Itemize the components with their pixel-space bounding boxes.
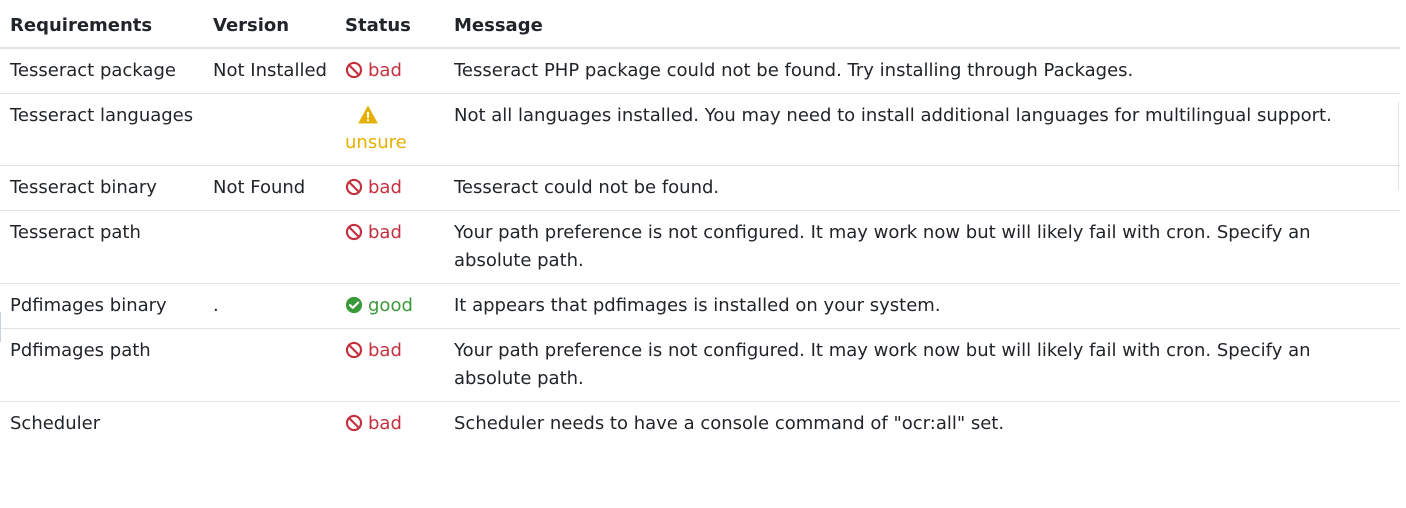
status-label: bad	[368, 60, 402, 81]
requirement-version: Not Found	[203, 165, 335, 211]
ban-icon	[345, 223, 363, 241]
requirement-version	[203, 328, 335, 402]
requirement-status: bad	[335, 328, 444, 402]
status-badge: bad	[345, 219, 402, 247]
requirement-message: It appears that pdfimages is installed o…	[444, 283, 1400, 329]
requirement-version: Not Installed	[203, 47, 335, 94]
header-version: Version	[203, 0, 335, 49]
status-badge: bad	[345, 410, 402, 438]
requirement-version: .	[203, 283, 335, 329]
ban-icon	[345, 178, 363, 196]
requirement-version	[203, 93, 335, 166]
requirement-message: Tesseract PHP package could not be found…	[444, 47, 1400, 94]
status-label: bad	[368, 340, 402, 361]
requirement-name: Pdfimages binary	[0, 283, 203, 329]
requirement-message: Tesseract could not be found.	[444, 165, 1400, 211]
requirement-version	[203, 210, 335, 284]
panel-edge-marker	[0, 312, 1, 342]
header-requirements: Requirements	[0, 0, 203, 49]
check-circle-icon	[345, 296, 363, 314]
status-badge: good	[345, 292, 413, 320]
status-badge: unsure	[345, 105, 436, 157]
table-row: Pdfimages binary . good It appears that …	[0, 283, 1400, 329]
table-row: Tesseract binary Not Found bad Tesseract…	[0, 165, 1400, 211]
ban-icon	[345, 341, 363, 359]
table-row: Pdfimages path bad Your path preference …	[0, 328, 1400, 402]
status-label: bad	[368, 177, 402, 198]
warning-triangle-icon	[358, 106, 378, 124]
requirement-status: bad	[335, 47, 444, 94]
header-message: Message	[444, 0, 1400, 49]
requirement-status: bad	[335, 401, 444, 446]
status-label: unsure	[345, 132, 407, 153]
requirement-name: Tesseract languages	[0, 93, 203, 166]
status-badge: bad	[345, 337, 402, 365]
requirement-name: Tesseract package	[0, 47, 203, 94]
status-badge: bad	[345, 57, 402, 85]
table-row: Scheduler bad Scheduler needs to have a …	[0, 401, 1400, 446]
ban-icon	[345, 414, 363, 432]
requirement-name: Tesseract path	[0, 210, 203, 284]
requirement-message: Not all languages installed. You may nee…	[444, 93, 1400, 166]
requirement-name: Tesseract binary	[0, 165, 203, 211]
table-row: Tesseract path bad Your path preference …	[0, 210, 1400, 284]
status-label: bad	[368, 413, 402, 434]
requirements-panel: Requirements Version Status Message Tess…	[0, 0, 1406, 508]
requirement-status: bad	[335, 165, 444, 211]
requirement-version	[203, 401, 335, 446]
table-row: Tesseract languages unsure Not all langu…	[0, 93, 1400, 166]
status-label: good	[368, 295, 413, 316]
status-badge: bad	[345, 174, 402, 202]
requirement-message: Scheduler needs to have a console comman…	[444, 401, 1400, 446]
ban-icon	[345, 61, 363, 79]
requirement-status: bad	[335, 210, 444, 284]
requirement-message: Your path preference is not configured. …	[444, 210, 1400, 284]
table-row: Tesseract package Not Installed bad Tess…	[0, 47, 1400, 94]
status-label: bad	[368, 222, 402, 243]
requirement-message: Your path preference is not configured. …	[444, 328, 1400, 402]
table-header-row: Requirements Version Status Message	[0, 0, 1400, 49]
panel-edge-divider	[1398, 102, 1399, 190]
requirement-name: Scheduler	[0, 401, 203, 446]
header-status: Status	[335, 0, 444, 49]
requirement-status: good	[335, 283, 444, 329]
requirement-name: Pdfimages path	[0, 328, 203, 402]
requirements-table: Requirements Version Status Message Tess…	[0, 0, 1400, 446]
requirement-status: unsure	[335, 93, 444, 166]
